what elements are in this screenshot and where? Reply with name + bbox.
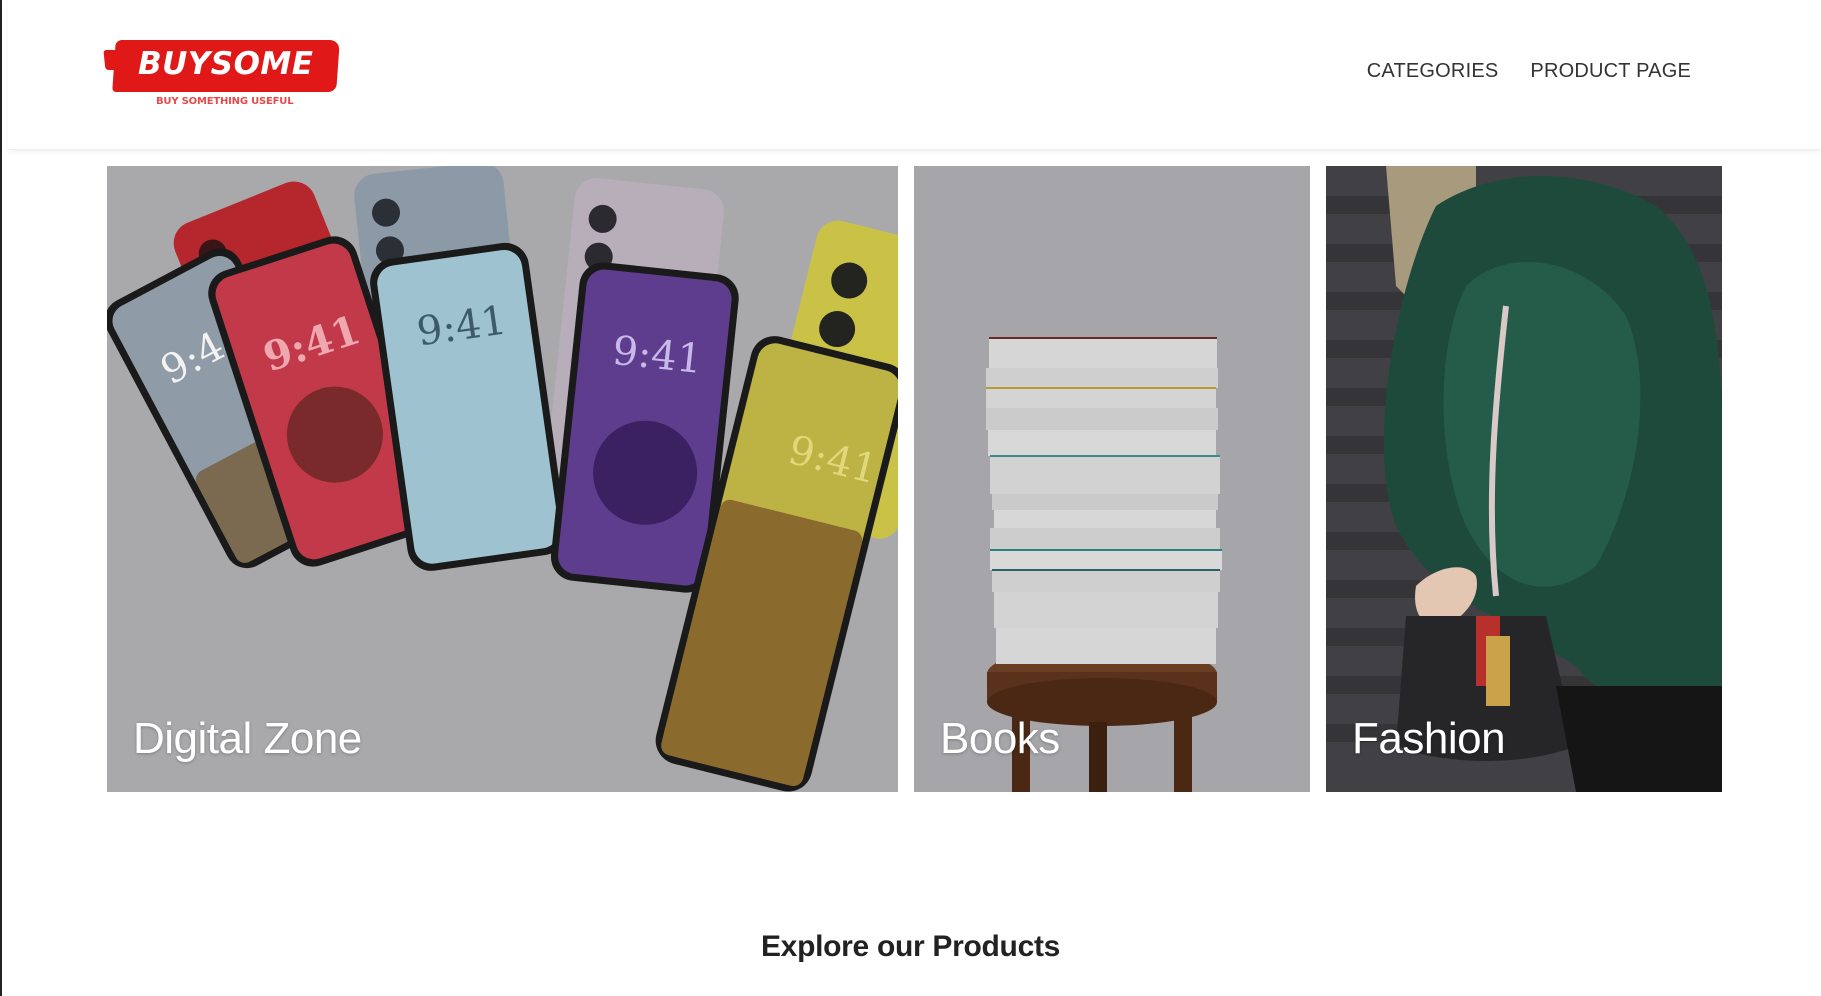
phone-clock: 9:41 [610, 328, 704, 383]
fashion-image [1326, 166, 1722, 792]
brand-logo[interactable]: BUYSOME BUY SOMETHING USEFUL [106, 36, 342, 116]
site-header: BUYSOME BUY SOMETHING USEFUL CATEGORIES … [8, 0, 1821, 150]
category-title-digital-zone: Digital Zone [133, 714, 362, 763]
book-stack [986, 337, 1222, 664]
smartphones-image: 9:41 9:41 9:41 9:41 9:41 [107, 166, 898, 792]
nav-categories[interactable]: CATEGORIES [1367, 60, 1499, 83]
nav-product-page[interactable]: PRODUCT PAGE [1530, 60, 1691, 83]
category-title-books: Books [940, 714, 1060, 763]
books-image [914, 166, 1310, 792]
category-card-digital-zone[interactable]: 9:41 9:41 9:41 9:41 9:41 Digital Zone [107, 166, 898, 792]
explore-products-heading: Explore our Products [760, 930, 1061, 963]
logo-text: BUYSOME [138, 46, 314, 82]
window-edge [0, 0, 2, 996]
category-card-books[interactable]: Books [914, 166, 1310, 792]
logo-tagline: BUY SOMETHING USEFUL [156, 96, 294, 107]
category-title-fashion: Fashion [1352, 714, 1506, 763]
main-nav: CATEGORIES PRODUCT PAGE [1367, 60, 1691, 83]
category-card-fashion[interactable]: Fashion [1326, 166, 1722, 792]
